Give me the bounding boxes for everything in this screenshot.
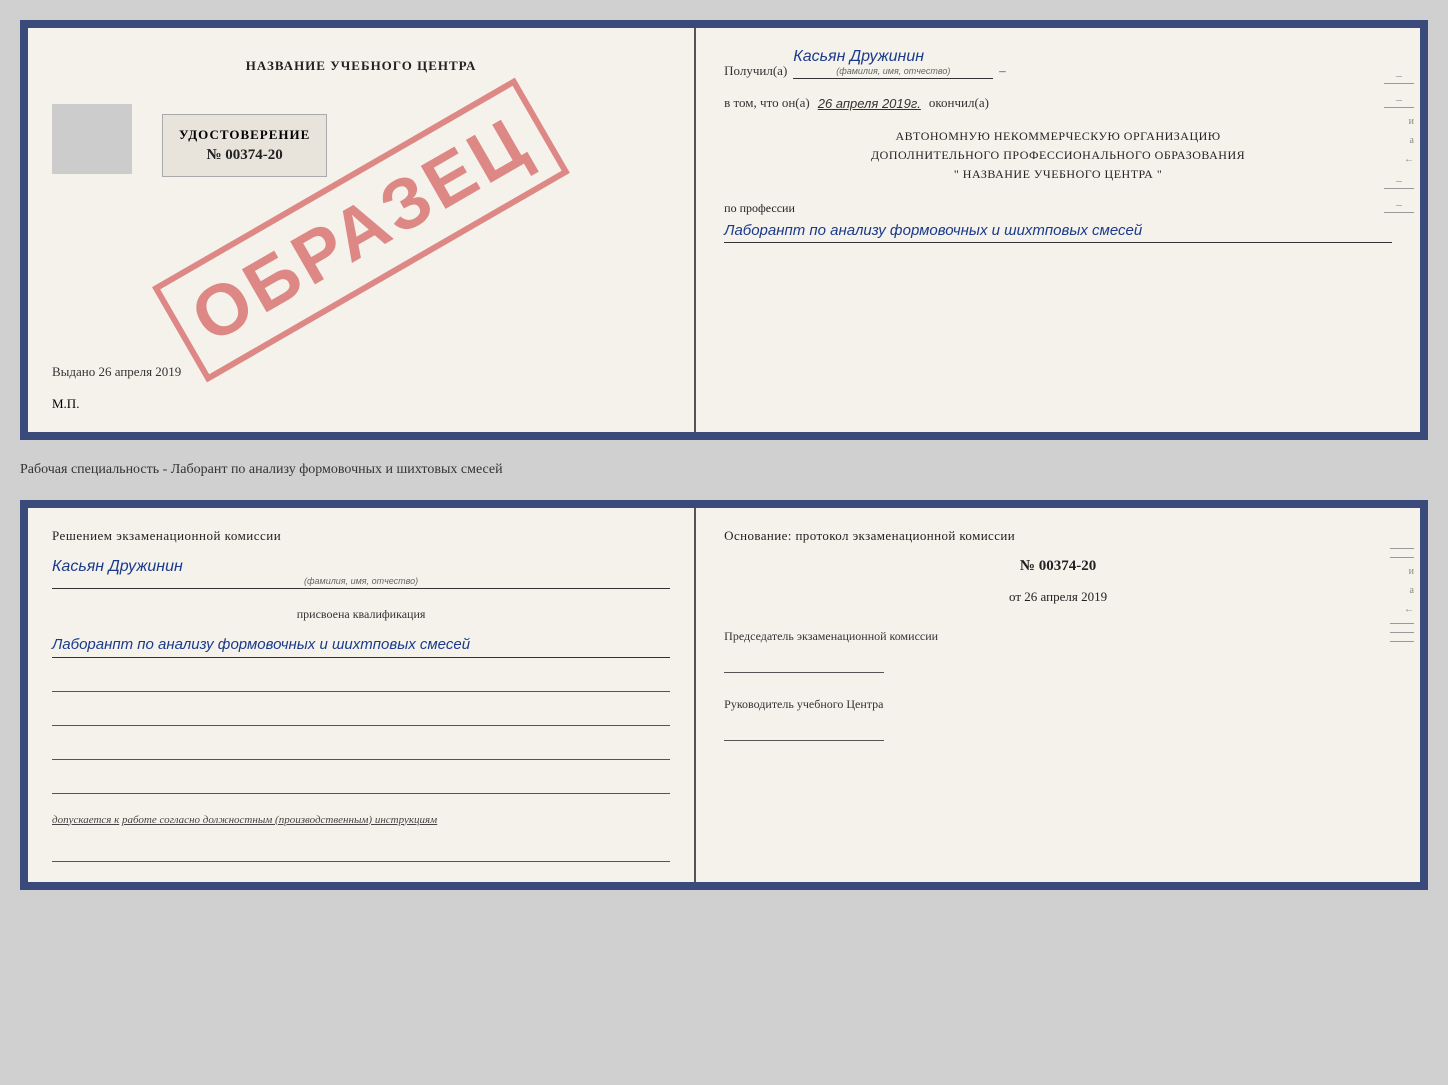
received-line: Получил(а) Касьян Дружинин (фамилия, имя… [724,48,1392,79]
page-wrapper: НАЗВАНИЕ УЧЕБНОГО ЦЕНТРА УДОСТОВЕРЕНИЕ №… [20,20,1428,890]
org-block: АВТОНОМНУЮ НЕКОММЕРЧЕСКУЮ ОРГАНИЗАЦИЮ ДО… [724,127,1392,185]
photo-placeholder [52,104,132,174]
br-line-5 [1390,641,1414,642]
okoncil-label: окончил(а) [929,95,989,111]
right-line-1: – [1384,68,1414,84]
underline-2 [52,706,670,726]
руководитель-signature [724,717,884,741]
руководитель-label: Руководитель учебного Центра [724,695,1392,713]
date-prefix: в том, что он(а) [724,95,810,111]
date-value: 26 апреля 2019г. [818,96,921,111]
right-line-2: – [1384,92,1414,108]
chairman-signature [724,649,884,673]
cert-right: Получил(а) Касьян Дружинин (фамилия, имя… [696,28,1420,432]
bottom-name-hint: (фамилия, имя, отчество) [52,576,670,586]
profession-value: Лаборанпт по анализу формовочных и шихтп… [724,220,1392,244]
cert-id-box: УДОСТОВЕРЕНИЕ № 00374-20 [162,114,327,177]
underline-5 [52,842,670,862]
bottom-left: Решением экзаменационной комиссии Касьян… [28,508,696,882]
mp-label: М.П. [52,396,670,412]
top-left-inner: УДОСТОВЕРЕНИЕ № 00374-20 [52,104,670,187]
received-name: Касьян Дружинин (фамилия, имя, отчество) [793,48,993,79]
protocol-date: от 26 апреля 2019 [724,589,1392,605]
br-line-2 [1390,557,1414,558]
protocol-number: № 00374-20 [724,558,1392,575]
specialty-line: Рабочая специальность - Лаборант по анал… [20,456,1428,484]
org-quote2: " [1157,167,1162,181]
osnov-title: Основание: протокол экзаменационной коми… [724,528,1392,544]
org-line1: АВТОНОМНУЮ НЕКОММЕРЧЕСКУЮ ОРГАНИЗАЦИЮ [724,127,1392,146]
certificate-bottom: Решением экзаменационной комиссии Касьян… [20,500,1428,890]
underline-3 [52,740,670,760]
profession-label: по профессии [724,201,1392,216]
issued-date-value: 26 апреля 2019 [99,364,182,379]
br-line-1 [1390,548,1414,549]
bottom-right-lines: и а ← [1390,548,1414,642]
cert-id-number: № 00374-20 [179,147,310,164]
org-line2: ДОПОЛНИТЕЛЬНОГО ПРОФЕССИОНАЛЬНОГО ОБРАЗО… [724,146,1392,165]
br-line-4 [1390,632,1414,633]
date-line: в том, что он(а) 26 апреля 2019г. окончи… [724,95,1392,111]
допускается-text: работе согласно должностным (производств… [122,814,437,826]
bottom-right: Основание: протокол экзаменационной коми… [696,508,1420,882]
right-label-left: ← [1404,154,1414,165]
certificate-top: НАЗВАНИЕ УЧЕБНОГО ЦЕНТРА УДОСТОВЕРЕНИЕ №… [20,20,1428,440]
underline-4 [52,774,670,794]
допускается-prefix: допускается к [52,814,119,826]
issued-date: Выдано 26 апреля 2019 [52,364,670,388]
issued-label: Выдано [52,364,95,379]
protocol-date-prefix: от [1009,589,1021,604]
br-line-3 [1390,623,1414,624]
right-label-а: а [1410,135,1414,146]
right-label-и: и [1409,116,1414,127]
right-line-3: – [1384,173,1414,189]
cert-left: НАЗВАНИЕ УЧЕБНОГО ЦЕНТРА УДОСТОВЕРЕНИЕ №… [28,28,696,432]
right-side-lines: – – и а ← – – [1384,68,1414,213]
br-label-и: и [1409,566,1414,577]
допускается-line: допускается к работе согласно должностны… [52,812,670,829]
school-name-top: НАЗВАНИЕ УЧЕБНОГО ЦЕНТРА [52,58,670,74]
right-line-4: – [1384,197,1414,213]
section-title: Решением экзаменационной комиссии [52,528,670,544]
bottom-name-field: Касьян Дружинин (фамилия, имя, отчество) [52,558,670,589]
name-hint-top: (фамилия, имя, отчество) [793,66,993,76]
br-label-а: а [1410,585,1414,596]
received-label: Получил(а) [724,63,787,79]
dash1: – [999,63,1006,79]
qualification-value: Лаборанпт по анализу формовочных и шихтп… [52,634,670,658]
org-name-line: " НАЗВАНИЕ УЧЕБНОГО ЦЕНТРА " [724,165,1392,184]
qualification-label: присвоена квалификация [52,607,670,622]
org-quote1: " [954,167,959,181]
protocol-date-value: 26 апреля 2019 [1024,589,1107,604]
org-name-value: НАЗВАНИЕ УЧЕБНОГО ЦЕНТРА [963,167,1154,181]
profession-block: по профессии Лаборанпт по анализу формов… [724,201,1392,244]
br-label-left: ← [1404,604,1414,615]
chairman-label: Председатель экзаменационной комиссии [724,627,1392,645]
cert-id-label: УДОСТОВЕРЕНИЕ [179,127,310,143]
underline-1 [52,672,670,692]
chairman-block: Председатель экзаменационной комиссии [724,627,1392,673]
rukovoditel-block: Руководитель учебного Центра [724,695,1392,741]
